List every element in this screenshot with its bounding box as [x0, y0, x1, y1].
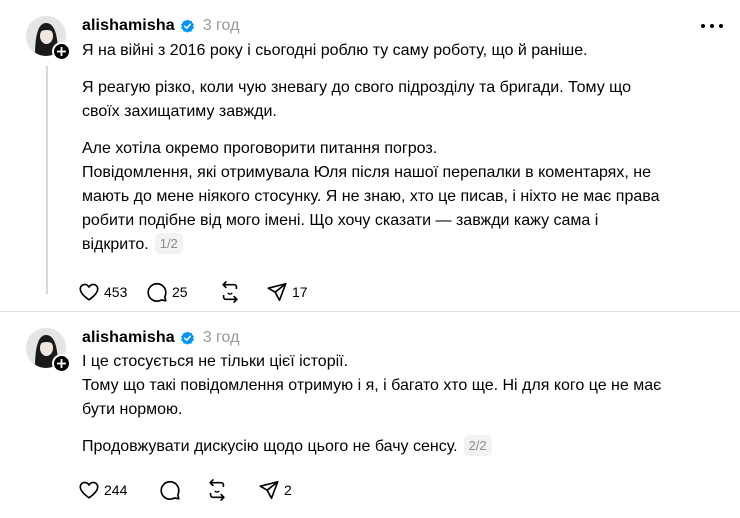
username[interactable]: alishamisha — [82, 17, 175, 35]
avatar-container[interactable] — [26, 328, 71, 373]
text-line: Я на війні з 2016 року і сьогодні роблю … — [82, 42, 588, 59]
thread-counter: 2/2 — [463, 435, 492, 456]
follow-button[interactable] — [52, 354, 71, 373]
repost-icon — [209, 479, 225, 501]
thread-post[interactable]: alishamisha 3 год Я на війні з 2016 року… — [0, 0, 740, 312]
like-button[interactable]: 453 — [78, 279, 146, 305]
post-body: І це стосується не тільки цієї історії. … — [82, 350, 722, 472]
action-bar: 453 25 17 — [78, 279, 308, 305]
text-line: Повідомлення, які отримувала Юля після н… — [82, 164, 651, 181]
repost-icon — [222, 281, 238, 303]
post-body: Я на війні з 2016 року і сьогодні роблю … — [82, 39, 722, 270]
post-paragraph: Але хотіла окремо проговорити питання по… — [82, 137, 722, 257]
follow-button[interactable] — [52, 42, 71, 61]
post-paragraph: Я на війні з 2016 року і сьогодні роблю … — [82, 39, 722, 63]
text-line: робити подібне від мого імені. Що хочу с… — [82, 212, 599, 229]
thread-line — [46, 66, 48, 294]
share-icon — [267, 282, 287, 302]
like-count: 244 — [104, 482, 128, 498]
share-icon — [259, 480, 279, 500]
text-line: І це стосується не тільки цієї історії. — [82, 353, 349, 370]
like-button[interactable]: 244 — [78, 477, 159, 503]
like-count: 453 — [104, 284, 128, 300]
post-header: alishamisha 3 год — [82, 326, 239, 350]
post-paragraph: І це стосується не тільки цієї історії. … — [82, 350, 722, 422]
reply-button[interactable]: 25 — [146, 279, 219, 305]
text-line: своїх захищатиму завжди. — [82, 103, 277, 120]
share-count: 17 — [292, 284, 308, 300]
thread-counter: 1/2 — [154, 233, 183, 254]
text-line: Я реагую різко, коли чую зневагу до свог… — [82, 79, 632, 96]
text-line: бути нормою. — [82, 401, 183, 418]
avatar-container[interactable] — [26, 16, 71, 61]
post-timestamp[interactable]: 3 год — [203, 329, 240, 347]
username[interactable]: alishamisha — [82, 329, 175, 347]
post-header: alishamisha 3 год — [82, 14, 239, 38]
repost-button[interactable] — [206, 477, 258, 503]
more-icon — [701, 24, 705, 28]
text-line: мають до мене ніякого стосунку. Я не зна… — [82, 188, 660, 205]
text-line: Але хотіла окремо проговорити питання по… — [82, 140, 438, 157]
repost-button[interactable] — [219, 279, 266, 305]
comment-icon — [160, 480, 180, 500]
heart-icon — [79, 283, 99, 301]
reply-button[interactable] — [159, 477, 206, 503]
plus-icon — [57, 47, 66, 56]
share-button[interactable]: 2 — [258, 477, 292, 503]
share-button[interactable]: 17 — [266, 279, 308, 305]
text-line: Продовжувати дискусію щодо цього не бачу… — [82, 438, 458, 455]
action-bar: 244 2 — [78, 477, 292, 503]
reply-count: 25 — [172, 284, 188, 300]
heart-icon — [79, 481, 99, 499]
text-line: відкрито. — [82, 236, 149, 253]
post-paragraph: Я реагую різко, коли чую зневагу до свог… — [82, 76, 722, 124]
thread-post[interactable]: alishamisha 3 год І це стосується не тіл… — [0, 312, 740, 518]
text-line: Тому що такі повідомлення отримую і я, і… — [82, 377, 662, 394]
verified-badge-icon — [180, 331, 195, 346]
more-options-button[interactable] — [701, 17, 723, 35]
plus-icon — [57, 359, 66, 368]
post-paragraph: Продовжувати дискусію щодо цього не бачу… — [82, 435, 722, 459]
share-count: 2 — [284, 482, 292, 498]
verified-badge-icon — [180, 19, 195, 34]
post-timestamp[interactable]: 3 год — [203, 17, 240, 35]
comment-icon — [147, 282, 167, 302]
